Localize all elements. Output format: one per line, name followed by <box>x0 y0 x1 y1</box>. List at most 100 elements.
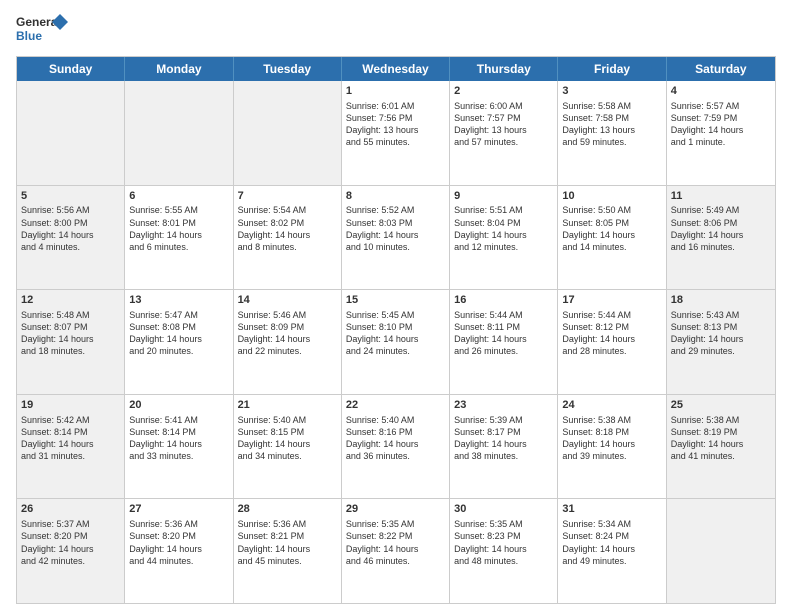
cell-info-line: Sunrise: 6:01 AM <box>346 100 445 112</box>
cell-info-line: Sunset: 8:03 PM <box>346 217 445 229</box>
cell-info-line: Daylight: 14 hours <box>238 333 337 345</box>
cell-info-line: Sunset: 8:02 PM <box>238 217 337 229</box>
day-number: 14 <box>238 293 337 308</box>
cell-info-line: Sunset: 7:56 PM <box>346 112 445 124</box>
cell-info-line: and 10 minutes. <box>346 241 445 253</box>
cell-info-line: and 36 minutes. <box>346 450 445 462</box>
cell-info-line: Sunrise: 5:48 AM <box>21 309 120 321</box>
cell-info-line: Daylight: 14 hours <box>454 333 553 345</box>
cal-header-day-thursday: Thursday <box>450 57 558 81</box>
cell-info-line: Sunset: 8:14 PM <box>129 426 228 438</box>
cal-cell-17: 17Sunrise: 5:44 AMSunset: 8:12 PMDayligh… <box>558 290 666 394</box>
cal-cell-26: 26Sunrise: 5:37 AMSunset: 8:20 PMDayligh… <box>17 499 125 603</box>
cal-cell-9: 9Sunrise: 5:51 AMSunset: 8:04 PMDaylight… <box>450 186 558 290</box>
cell-info-line: Daylight: 14 hours <box>238 229 337 241</box>
cal-header-day-tuesday: Tuesday <box>234 57 342 81</box>
cell-info-line: Daylight: 14 hours <box>21 438 120 450</box>
cell-info-line: Sunrise: 5:55 AM <box>129 204 228 216</box>
cell-info-line: Daylight: 14 hours <box>671 124 771 136</box>
cell-info-line: Sunset: 8:16 PM <box>346 426 445 438</box>
day-number: 20 <box>129 398 228 413</box>
cell-info-line: Daylight: 14 hours <box>562 438 661 450</box>
cell-info-line: Daylight: 14 hours <box>346 333 445 345</box>
cell-info-line: Sunrise: 5:36 AM <box>129 518 228 530</box>
cell-info-line: Sunset: 8:24 PM <box>562 530 661 542</box>
cell-info-line: Sunset: 7:57 PM <box>454 112 553 124</box>
cell-info-line: Sunset: 8:22 PM <box>346 530 445 542</box>
cell-info-line: Daylight: 14 hours <box>562 543 661 555</box>
cell-info-line: Sunrise: 5:36 AM <box>238 518 337 530</box>
day-number: 31 <box>562 502 661 517</box>
cal-week-row-5: 26Sunrise: 5:37 AMSunset: 8:20 PMDayligh… <box>17 499 775 603</box>
cal-cell-6: 6Sunrise: 5:55 AMSunset: 8:01 PMDaylight… <box>125 186 233 290</box>
cell-info-line: Sunrise: 5:46 AM <box>238 309 337 321</box>
cell-info-line: and 1 minute. <box>671 136 771 148</box>
general-blue-logo-icon: General Blue <box>16 12 68 48</box>
day-number: 26 <box>21 502 120 517</box>
cell-info-line: and 28 minutes. <box>562 345 661 357</box>
cell-info-line: and 39 minutes. <box>562 450 661 462</box>
cell-info-line: Sunset: 8:18 PM <box>562 426 661 438</box>
cell-info-line: and 34 minutes. <box>238 450 337 462</box>
cell-info-line: and 31 minutes. <box>21 450 120 462</box>
cell-info-line: Daylight: 14 hours <box>21 333 120 345</box>
cal-cell-30: 30Sunrise: 5:35 AMSunset: 8:23 PMDayligh… <box>450 499 558 603</box>
cal-cell-31: 31Sunrise: 5:34 AMSunset: 8:24 PMDayligh… <box>558 499 666 603</box>
day-number: 6 <box>129 189 228 204</box>
day-number: 21 <box>238 398 337 413</box>
cell-info-line: Sunset: 8:01 PM <box>129 217 228 229</box>
cell-info-line: Sunset: 8:13 PM <box>671 321 771 333</box>
cell-info-line: and 59 minutes. <box>562 136 661 148</box>
cell-info-line: and 16 minutes. <box>671 241 771 253</box>
cal-cell-3: 3Sunrise: 5:58 AMSunset: 7:58 PMDaylight… <box>558 81 666 185</box>
cell-info-line: Sunset: 8:17 PM <box>454 426 553 438</box>
cell-info-line: and 6 minutes. <box>129 241 228 253</box>
cell-info-line: Sunrise: 6:00 AM <box>454 100 553 112</box>
cell-info-line: and 42 minutes. <box>21 555 120 567</box>
cell-info-line: Sunrise: 5:34 AM <box>562 518 661 530</box>
page: General Blue SundayMondayTuesdayWednesda… <box>0 0 792 612</box>
day-number: 17 <box>562 293 661 308</box>
logo: General Blue <box>16 12 68 48</box>
cell-info-line: Sunrise: 5:39 AM <box>454 414 553 426</box>
cell-info-line: Sunset: 7:59 PM <box>671 112 771 124</box>
cal-cell-7: 7Sunrise: 5:54 AMSunset: 8:02 PMDaylight… <box>234 186 342 290</box>
cell-info-line: Sunset: 8:12 PM <box>562 321 661 333</box>
cell-info-line: Sunrise: 5:42 AM <box>21 414 120 426</box>
cal-cell-22: 22Sunrise: 5:40 AMSunset: 8:16 PMDayligh… <box>342 395 450 499</box>
cal-cell-empty-0-2 <box>234 81 342 185</box>
cell-info-line: Sunrise: 5:57 AM <box>671 100 771 112</box>
cell-info-line: Daylight: 13 hours <box>562 124 661 136</box>
cell-info-line: Sunset: 7:58 PM <box>562 112 661 124</box>
day-number: 15 <box>346 293 445 308</box>
cal-cell-25: 25Sunrise: 5:38 AMSunset: 8:19 PMDayligh… <box>667 395 775 499</box>
header: General Blue <box>16 12 776 48</box>
cal-cell-16: 16Sunrise: 5:44 AMSunset: 8:11 PMDayligh… <box>450 290 558 394</box>
cal-cell-28: 28Sunrise: 5:36 AMSunset: 8:21 PMDayligh… <box>234 499 342 603</box>
cell-info-line: and 24 minutes. <box>346 345 445 357</box>
cell-info-line: Daylight: 14 hours <box>238 438 337 450</box>
cell-info-line: Sunset: 8:14 PM <box>21 426 120 438</box>
cell-info-line: Sunset: 8:05 PM <box>562 217 661 229</box>
cell-info-line: Sunrise: 5:43 AM <box>671 309 771 321</box>
cell-info-line: Sunrise: 5:44 AM <box>562 309 661 321</box>
cal-cell-19: 19Sunrise: 5:42 AMSunset: 8:14 PMDayligh… <box>17 395 125 499</box>
cell-info-line: and 49 minutes. <box>562 555 661 567</box>
cal-cell-empty-0-1 <box>125 81 233 185</box>
cell-info-line: Sunrise: 5:49 AM <box>671 204 771 216</box>
cell-info-line: and 4 minutes. <box>21 241 120 253</box>
cell-info-line: Daylight: 14 hours <box>238 543 337 555</box>
cell-info-line: and 44 minutes. <box>129 555 228 567</box>
cal-header-day-wednesday: Wednesday <box>342 57 450 81</box>
cell-info-line: Sunrise: 5:58 AM <box>562 100 661 112</box>
cal-cell-12: 12Sunrise: 5:48 AMSunset: 8:07 PMDayligh… <box>17 290 125 394</box>
cell-info-line: Daylight: 14 hours <box>129 333 228 345</box>
cell-info-line: Sunset: 8:00 PM <box>21 217 120 229</box>
cal-header-day-saturday: Saturday <box>667 57 775 81</box>
cell-info-line: and 29 minutes. <box>671 345 771 357</box>
cell-info-line: Sunset: 8:21 PM <box>238 530 337 542</box>
cell-info-line: Sunset: 8:07 PM <box>21 321 120 333</box>
day-number: 8 <box>346 189 445 204</box>
cal-cell-10: 10Sunrise: 5:50 AMSunset: 8:05 PMDayligh… <box>558 186 666 290</box>
cell-info-line: and 57 minutes. <box>454 136 553 148</box>
